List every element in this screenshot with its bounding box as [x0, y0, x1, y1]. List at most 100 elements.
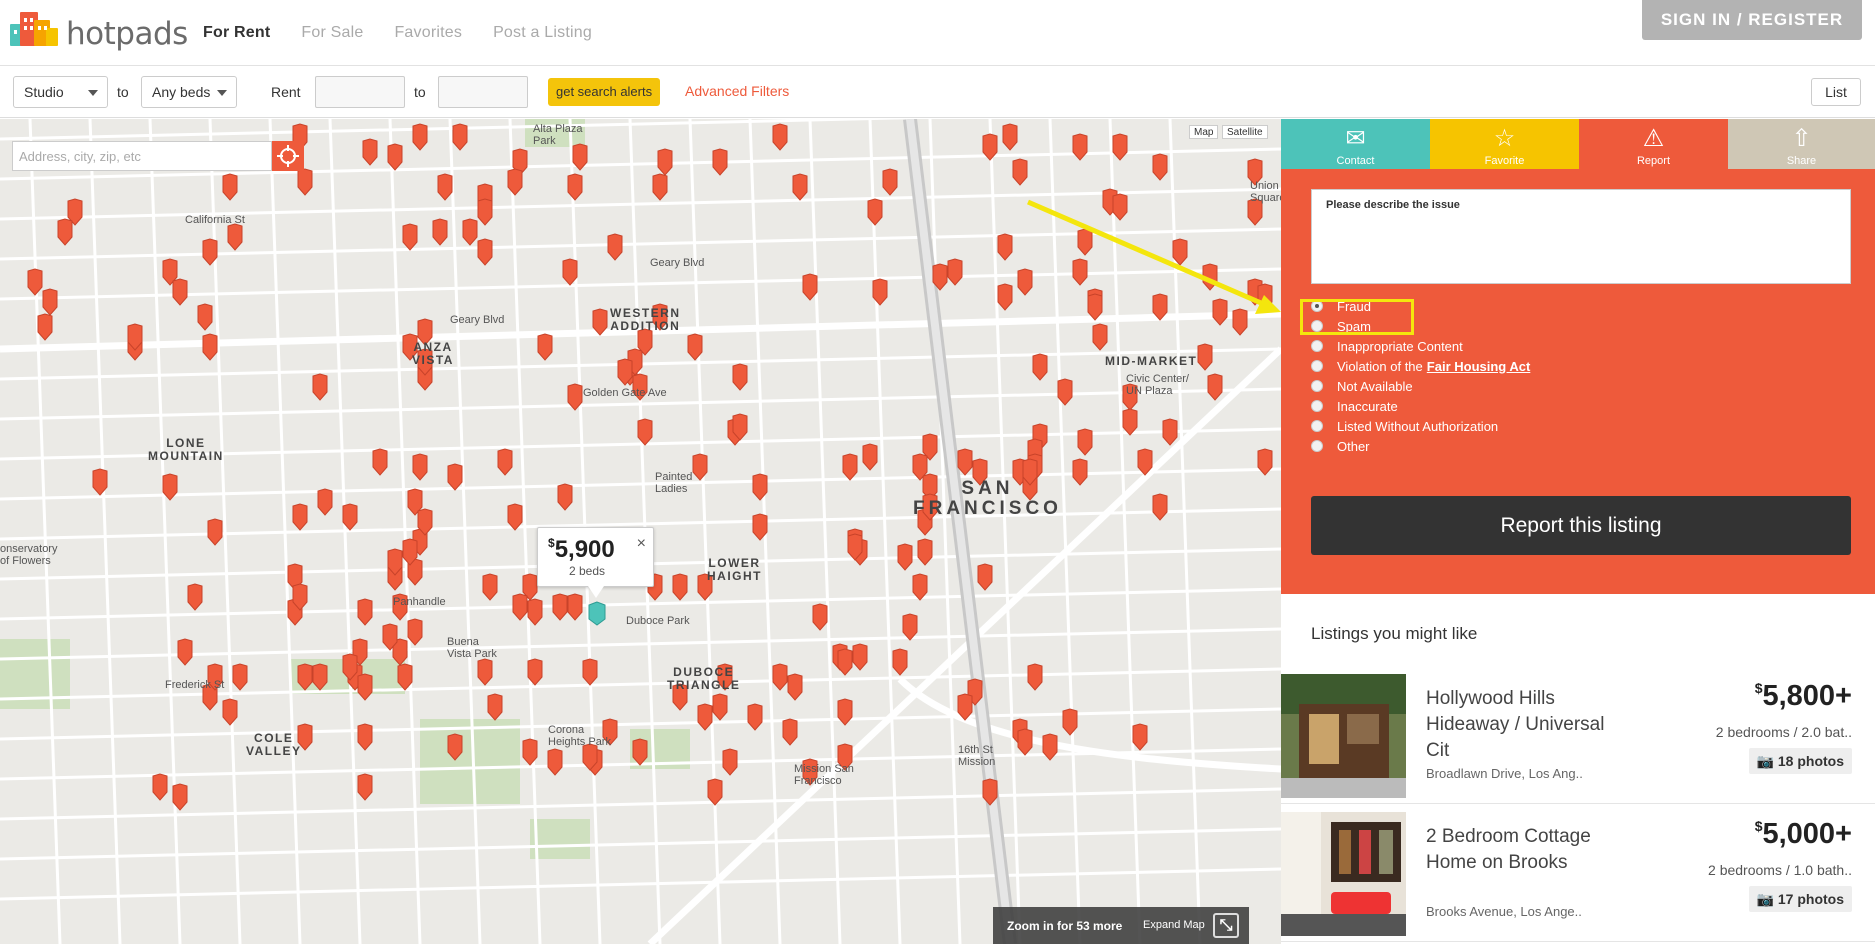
listing-pin-icon[interactable]	[222, 698, 238, 726]
listing-pin-icon[interactable]	[997, 283, 1013, 311]
selected-pin-icon[interactable]	[588, 601, 606, 626]
listing-pin-icon[interactable]	[792, 173, 808, 201]
reason-fair-housing[interactable]: Violation of the Fair Housing Act	[1311, 356, 1530, 376]
listing-pin-icon[interactable]	[692, 453, 708, 481]
listing-pin-icon[interactable]	[552, 593, 568, 621]
rent-min-input[interactable]	[315, 76, 405, 108]
listing-thumbnail[interactable]	[1281, 674, 1406, 798]
listing-pin-icon[interactable]	[1002, 123, 1018, 151]
listing-pin-icon[interactable]	[227, 223, 243, 251]
listing-pin-icon[interactable]	[497, 448, 513, 476]
radio-not-available[interactable]	[1311, 380, 1323, 392]
rent-max-input[interactable]	[438, 76, 528, 108]
listing-pin-icon[interactable]	[297, 168, 313, 196]
listing-pin-icon[interactable]	[1197, 343, 1213, 371]
listing-pin-icon[interactable]	[772, 663, 788, 691]
listing-pin-icon[interactable]	[232, 663, 248, 691]
listing-popup[interactable]: $5,900 × 2 beds	[537, 527, 654, 587]
listing-pin-icon[interactable]	[772, 123, 788, 151]
listing-pin-icon[interactable]	[1112, 133, 1128, 161]
listing-pin-icon[interactable]	[402, 223, 418, 251]
listing-pin-icon[interactable]	[447, 463, 463, 491]
tab-share[interactable]: ⇧ Share	[1728, 119, 1875, 169]
listing-pin-icon[interactable]	[187, 583, 203, 611]
listing-pin-icon[interactable]	[957, 448, 973, 476]
listing-pin-icon[interactable]	[747, 703, 763, 731]
reason-inappropriate[interactable]: Inappropriate Content	[1311, 336, 1463, 356]
listing-pin-icon[interactable]	[357, 598, 373, 626]
listing-name[interactable]: 2 Bedroom Cottage Home on Brooks	[1426, 824, 1606, 876]
listing-pin-icon[interactable]	[802, 273, 818, 301]
listing-pin-icon[interactable]	[512, 593, 528, 621]
listing-pin-icon[interactable]	[432, 218, 448, 246]
listing-pin-icon[interactable]	[462, 218, 478, 246]
listing-pin-icon[interactable]	[312, 373, 328, 401]
radio-unauthorized[interactable]	[1311, 420, 1323, 432]
listing-pin-icon[interactable]	[1017, 728, 1033, 756]
listing-pin-icon[interactable]	[1092, 323, 1108, 351]
zoom-in-message[interactable]: Zoom in for 53 more	[1007, 919, 1122, 933]
listing-pin-icon[interactable]	[522, 738, 538, 766]
listing-pin-icon[interactable]	[292, 503, 308, 531]
reason-other[interactable]: Other	[1311, 436, 1370, 456]
reason-inaccurate[interactable]: Inaccurate	[1311, 396, 1398, 416]
listing-pin-icon[interactable]	[672, 573, 688, 601]
search-alerts-button[interactable]: get search alerts	[548, 78, 661, 106]
nav-post-listing[interactable]: Post a Listing	[493, 24, 592, 42]
tab-favorite[interactable]: ☆ Favorite	[1430, 119, 1579, 169]
listing-pin-icon[interactable]	[222, 173, 238, 201]
list-view-button[interactable]: List	[1811, 78, 1861, 106]
expand-icon[interactable]: ⤡	[1213, 913, 1239, 938]
listing-pin-icon[interactable]	[567, 593, 583, 621]
radio-fair-housing[interactable]	[1311, 360, 1323, 372]
listing-pin-icon[interactable]	[537, 333, 553, 361]
listing-pin-icon[interactable]	[787, 673, 803, 701]
listing-pin-icon[interactable]	[477, 238, 493, 266]
listing-pin-icon[interactable]	[172, 278, 188, 306]
listing-pin-icon[interactable]	[42, 288, 58, 316]
listing-card[interactable]: 2 Bedroom Cottage Home on Brooks Brooks …	[1281, 804, 1875, 942]
listing-pin-icon[interactable]	[177, 638, 193, 666]
listing-pin-icon[interactable]	[1077, 428, 1093, 456]
nav-for-sale[interactable]: For Sale	[301, 24, 363, 42]
reason-unauthorized[interactable]: Listed Without Authorization	[1311, 416, 1498, 436]
listing-pin-icon[interactable]	[1017, 268, 1033, 296]
listing-pin-icon[interactable]	[437, 173, 453, 201]
listing-pin-icon[interactable]	[527, 598, 543, 626]
listing-pin-icon[interactable]	[712, 148, 728, 176]
listing-pin-icon[interactable]	[732, 363, 748, 391]
radio-inappropriate[interactable]	[1311, 340, 1323, 352]
listing-pin-icon[interactable]	[1072, 133, 1088, 161]
locate-button[interactable]	[272, 141, 304, 171]
listing-pin-icon[interactable]	[477, 198, 493, 226]
listing-pin-icon[interactable]	[357, 773, 373, 801]
listing-pin-icon[interactable]	[1232, 308, 1248, 336]
listing-pin-icon[interactable]	[867, 198, 883, 226]
listing-pin-icon[interactable]	[917, 538, 933, 566]
listing-pin-icon[interactable]	[1132, 723, 1148, 751]
listing-pin-icon[interactable]	[1152, 153, 1168, 181]
listing-pin-icon[interactable]	[557, 483, 573, 511]
listing-pin-icon[interactable]	[357, 723, 373, 751]
listing-pin-icon[interactable]	[317, 488, 333, 516]
nav-for-rent[interactable]: For Rent	[203, 24, 270, 42]
map-type-map[interactable]: Map	[1189, 125, 1219, 139]
close-icon[interactable]: ×	[637, 535, 646, 553]
listing-pin-icon[interactable]	[1062, 708, 1078, 736]
expand-map-label[interactable]: Expand Map	[1143, 919, 1205, 931]
listing-pin-icon[interactable]	[697, 703, 713, 731]
listing-pin-icon[interactable]	[482, 573, 498, 601]
listing-pin-icon[interactable]	[1152, 493, 1168, 521]
listing-thumbnail[interactable]	[1281, 812, 1406, 936]
beds-min-select[interactable]: Studio	[13, 76, 108, 108]
listing-pin-icon[interactable]	[722, 748, 738, 776]
listing-pin-icon[interactable]	[872, 278, 888, 306]
listing-pin-icon[interactable]	[862, 443, 878, 471]
logo[interactable]: hotpads	[8, 8, 188, 52]
listing-pin-icon[interactable]	[977, 563, 993, 591]
radio-other[interactable]	[1311, 440, 1323, 452]
map[interactable]: WESTERN ADDITION ANZA VISTA LONE MOUNTAIN M…	[0, 119, 1281, 944]
report-listing-button[interactable]: Report this listing	[1311, 496, 1851, 555]
listing-card[interactable]: Hollywood Hills Hideaway / Universal Cit…	[1281, 666, 1875, 804]
tab-report[interactable]: ⚠ Report	[1579, 119, 1728, 169]
